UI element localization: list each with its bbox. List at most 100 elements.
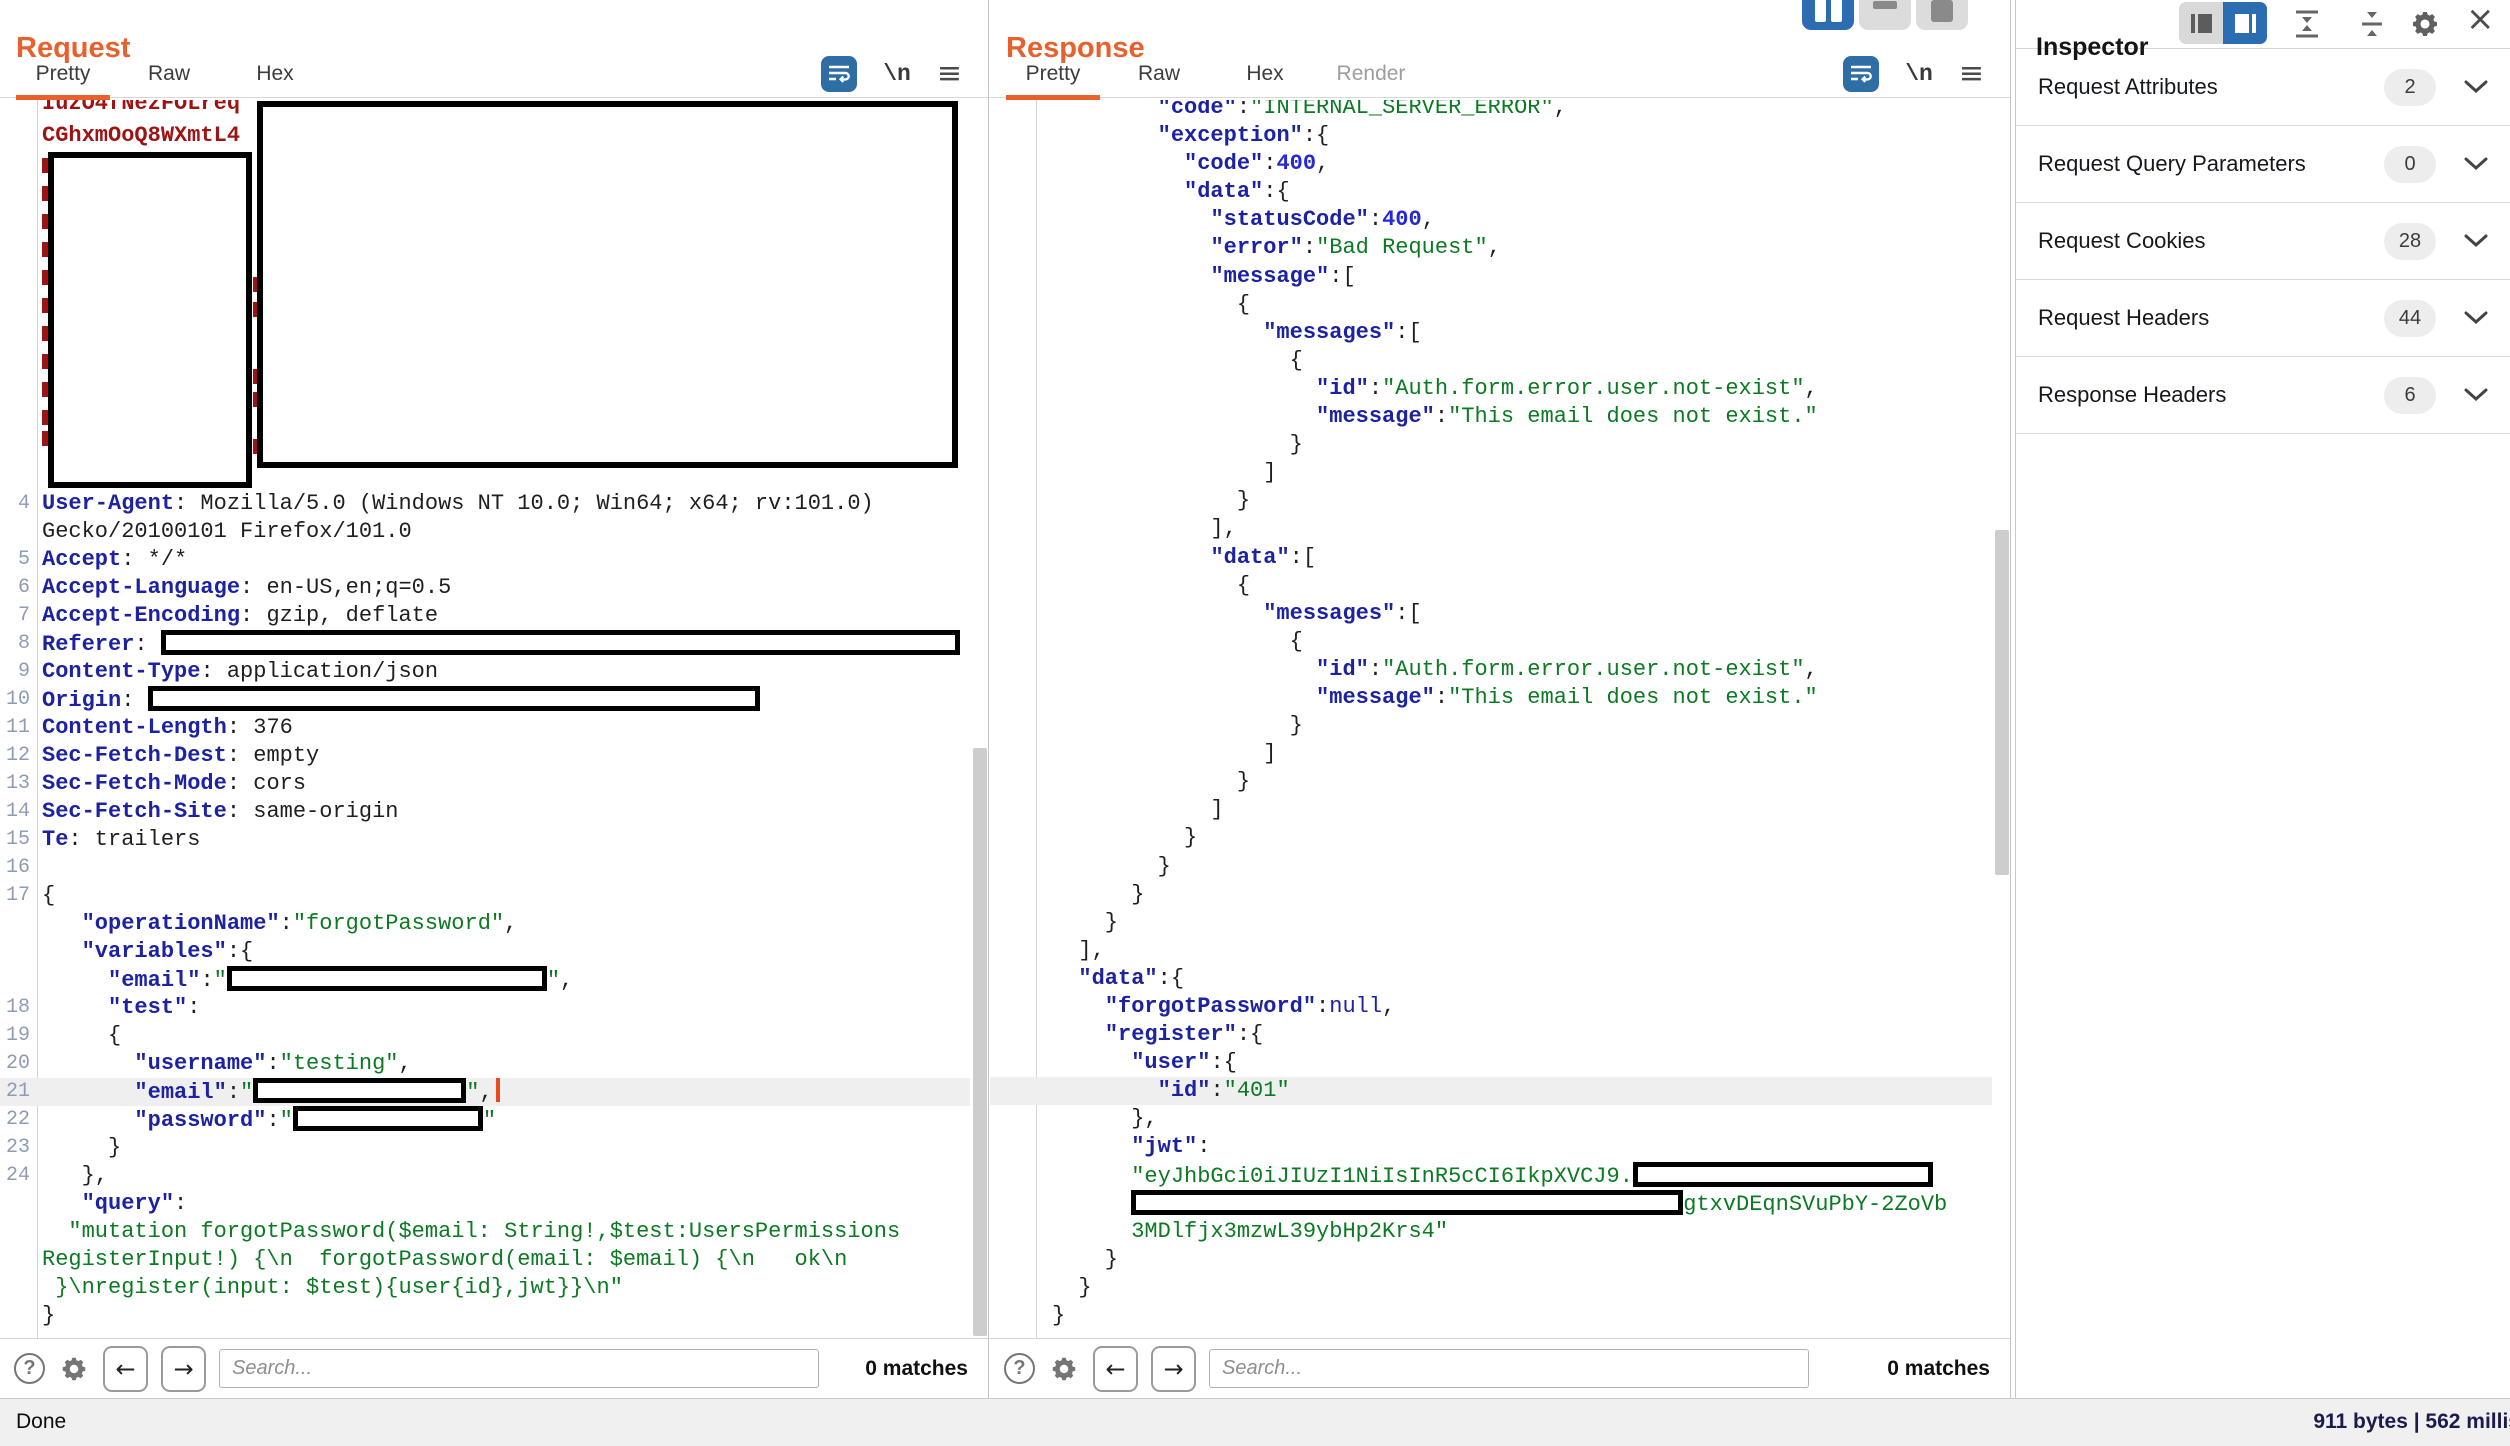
code-line: { (990, 291, 1992, 319)
inspector-section-request-headers[interactable]: Request Headers44 (2016, 280, 2510, 357)
line-number (990, 684, 1036, 712)
code-line: "statusCode":400, (990, 206, 1992, 234)
line-number: 24 (0, 1162, 37, 1190)
word-wrap-icon[interactable] (821, 56, 857, 92)
search-next-button[interactable]: → (161, 1346, 206, 1392)
line-number (0, 1302, 37, 1330)
inspector-section-request-attributes[interactable]: Request Attributes2 (2016, 49, 2510, 126)
close-icon[interactable]: × (2466, 2, 2495, 36)
chevron-down-icon[interactable] (2464, 388, 2488, 402)
count-badge: 0 (2384, 146, 2436, 183)
line-number: 18 (0, 994, 37, 1022)
response-tab-pretty[interactable]: Pretty (1000, 52, 1106, 98)
request-search-input[interactable] (219, 1349, 819, 1388)
line-number (0, 1190, 37, 1218)
expand-all-icon[interactable] (2359, 8, 2385, 40)
code-line: "messages":[ (990, 319, 1992, 347)
line-number: 7 (0, 602, 37, 630)
inspector-section-request-query-parameters[interactable]: Request Query Parameters0 (2016, 126, 2510, 203)
code-line: 16 (0, 854, 970, 882)
line-number (990, 100, 1036, 122)
code-line: "data":{ (990, 965, 1992, 993)
chevron-down-icon[interactable] (2464, 157, 2488, 171)
code-line: { (990, 347, 1992, 375)
redacted-cookie-text: IuzO4fNezFOLreq (42, 100, 240, 116)
request-tab-raw[interactable]: Raw (116, 52, 222, 98)
inspector-section-request-cookies[interactable]: Request Cookies28 (2016, 203, 2510, 280)
response-editor[interactable]: "code":"INTERNAL_SERVER_ERROR", "excepti… (990, 100, 2010, 1338)
code-line: "message":[ (990, 263, 1992, 291)
line-number (990, 1105, 1036, 1133)
newline-toggle-icon[interactable]: \n (883, 61, 911, 87)
dock-left-icon[interactable] (2179, 2, 2223, 44)
line-number (990, 1246, 1036, 1274)
line-number (990, 712, 1036, 740)
response-search-bar: ? ← → 0 matches (990, 1338, 2010, 1398)
code-line: 15Te: trailers (0, 826, 970, 854)
request-tab-pretty[interactable]: Pretty (10, 52, 116, 98)
layout-columns-button[interactable] (1802, 0, 1854, 30)
line-number (990, 796, 1036, 824)
redacted-box (161, 630, 960, 655)
text-caret (496, 1078, 500, 1102)
layout-single-button[interactable] (1916, 0, 1968, 30)
line-number (990, 1302, 1036, 1330)
request-editor-icons: \n ≡ (821, 56, 962, 92)
dock-right-icon[interactable] (2223, 2, 2267, 44)
line-number: 23 (0, 1134, 37, 1162)
code-line: "operationName":"forgotPassword", (0, 910, 970, 938)
code-line: } (0, 1302, 970, 1330)
search-prev-button[interactable]: ← (1093, 1346, 1138, 1392)
chevron-down-icon[interactable] (2464, 311, 2488, 325)
line-number (990, 1190, 1036, 1218)
response-tab-hex[interactable]: Hex (1212, 52, 1318, 98)
search-next-button[interactable]: → (1151, 1346, 1196, 1392)
response-panel: Response Pretty Raw Hex Render \n ≡ "cod… (990, 0, 2011, 1398)
word-wrap-icon[interactable] (1843, 56, 1879, 92)
search-settings-gear-icon[interactable] (58, 1353, 90, 1385)
response-tab-render[interactable]: Render (1318, 52, 1424, 98)
search-prev-button[interactable]: ← (103, 1346, 148, 1392)
inspector-section-label: Request Headers (2038, 305, 2209, 331)
line-number (990, 263, 1036, 291)
code-line: 11Content-Length: 376 (0, 714, 970, 742)
request-editor[interactable]: IuzO4fNezFOLreq CGhxmOoQ8WXmtL4 4User-Ag… (0, 100, 988, 1338)
newline-toggle-icon[interactable]: \n (1905, 61, 1933, 87)
line-number (990, 656, 1036, 684)
search-settings-gear-icon[interactable] (1048, 1353, 1080, 1385)
code-line: 20 "username":"testing", (0, 1050, 970, 1078)
line-number: 14 (0, 798, 37, 826)
editor-menu-icon[interactable]: ≡ (1959, 59, 1984, 89)
code-line: "data":{ (990, 178, 1992, 206)
request-scrollbar-thumb[interactable] (973, 748, 987, 1336)
help-icon[interactable]: ? (14, 1353, 45, 1384)
response-tab-raw[interactable]: Raw (1106, 52, 1212, 98)
line-number (990, 544, 1036, 572)
chevron-down-icon[interactable] (2464, 80, 2488, 94)
layout-rows-button[interactable] (1859, 0, 1911, 30)
redaction-box (48, 152, 252, 488)
code-line: 8Referer: (0, 630, 970, 658)
line-number (0, 518, 37, 546)
chevron-down-icon[interactable] (2464, 234, 2488, 248)
help-icon[interactable]: ? (1004, 1353, 1035, 1384)
response-search-input[interactable] (1209, 1349, 1809, 1388)
code-line: "code":"INTERNAL_SERVER_ERROR", (990, 100, 1992, 122)
response-scrollbar-thumb[interactable] (1995, 530, 2009, 875)
collapse-all-icon[interactable] (2292, 8, 2322, 40)
request-search-matches: 0 matches (865, 1357, 974, 1381)
line-number (990, 600, 1036, 628)
code-line: 12Sec-Fetch-Dest: empty (0, 742, 970, 770)
line-number (990, 881, 1036, 909)
request-tab-hex[interactable]: Hex (222, 52, 328, 98)
line-number (990, 1218, 1036, 1246)
line-number (990, 1274, 1036, 1302)
editor-menu-icon[interactable]: ≡ (937, 59, 962, 89)
line-number (990, 1077, 1036, 1105)
line-number (990, 206, 1036, 234)
line-number: 13 (0, 770, 37, 798)
inspector-section-response-headers[interactable]: Response Headers6 (2016, 357, 2510, 434)
inspector-settings-gear-icon[interactable] (2409, 8, 2441, 40)
line-number (0, 1246, 37, 1274)
code-line: ] (990, 740, 1992, 768)
